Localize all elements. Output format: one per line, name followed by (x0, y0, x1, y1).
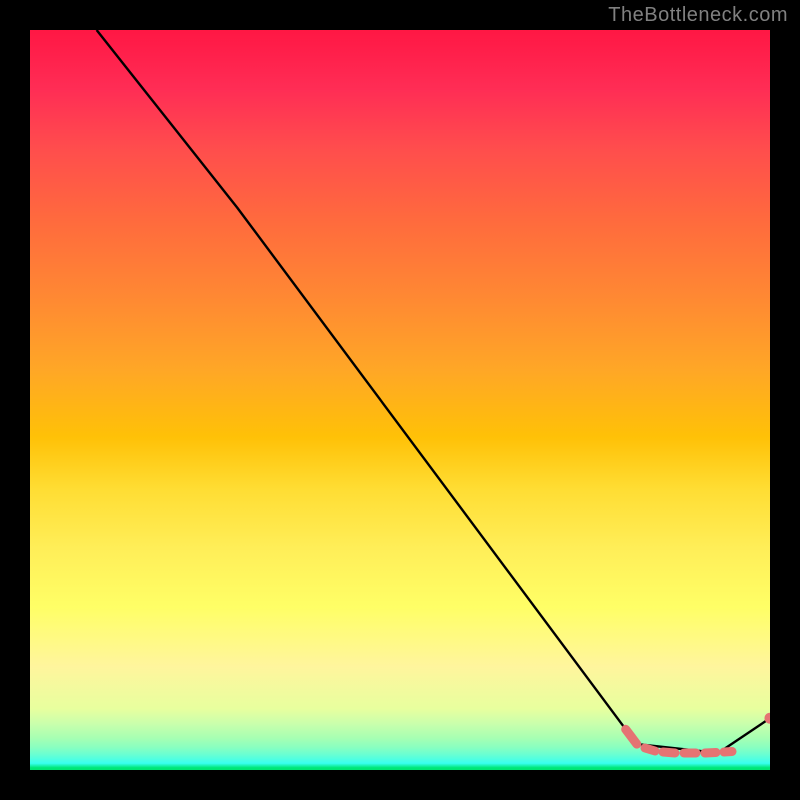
attribution-text: TheBottleneck.com (608, 4, 788, 27)
gradient-plot-area (30, 30, 770, 770)
chart-container: TheBottleneck.com (0, 0, 800, 800)
